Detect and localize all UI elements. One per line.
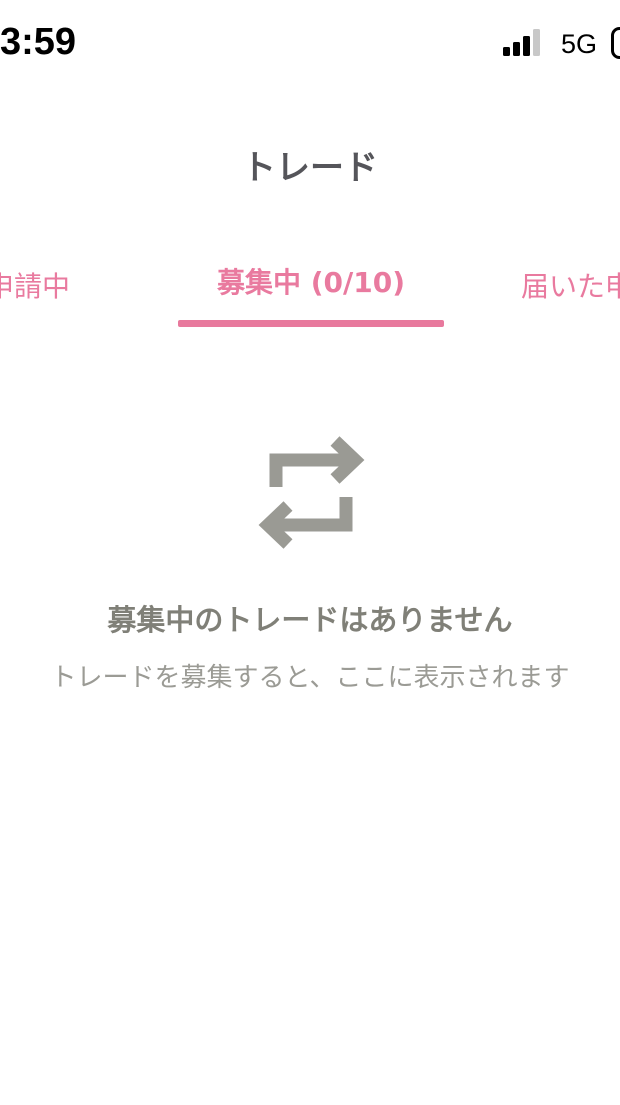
battery-icon (611, 27, 620, 59)
tab-recruiting[interactable]: 募集中 (0/10) (178, 263, 444, 303)
status-time: 3:59 (0, 21, 77, 63)
tab-bar: 申請中 募集中 (0/10) 届いた申 (0, 255, 620, 335)
signal-strength-icon (503, 29, 540, 56)
empty-state-description: トレードを募集すると、ここに表示されます (50, 663, 570, 693)
active-tab-indicator (178, 320, 444, 327)
tab-received[interactable]: 届いた申 (521, 267, 620, 307)
repeat-arrows-icon (258, 436, 365, 549)
tab-applying[interactable]: 申請中 (0, 267, 70, 307)
status-bar: 3:59 5G (0, 0, 620, 90)
page-title: トレード (242, 148, 378, 188)
empty-state-title: 募集中のトレードはありません (107, 603, 513, 637)
network-label: 5G (561, 29, 598, 59)
